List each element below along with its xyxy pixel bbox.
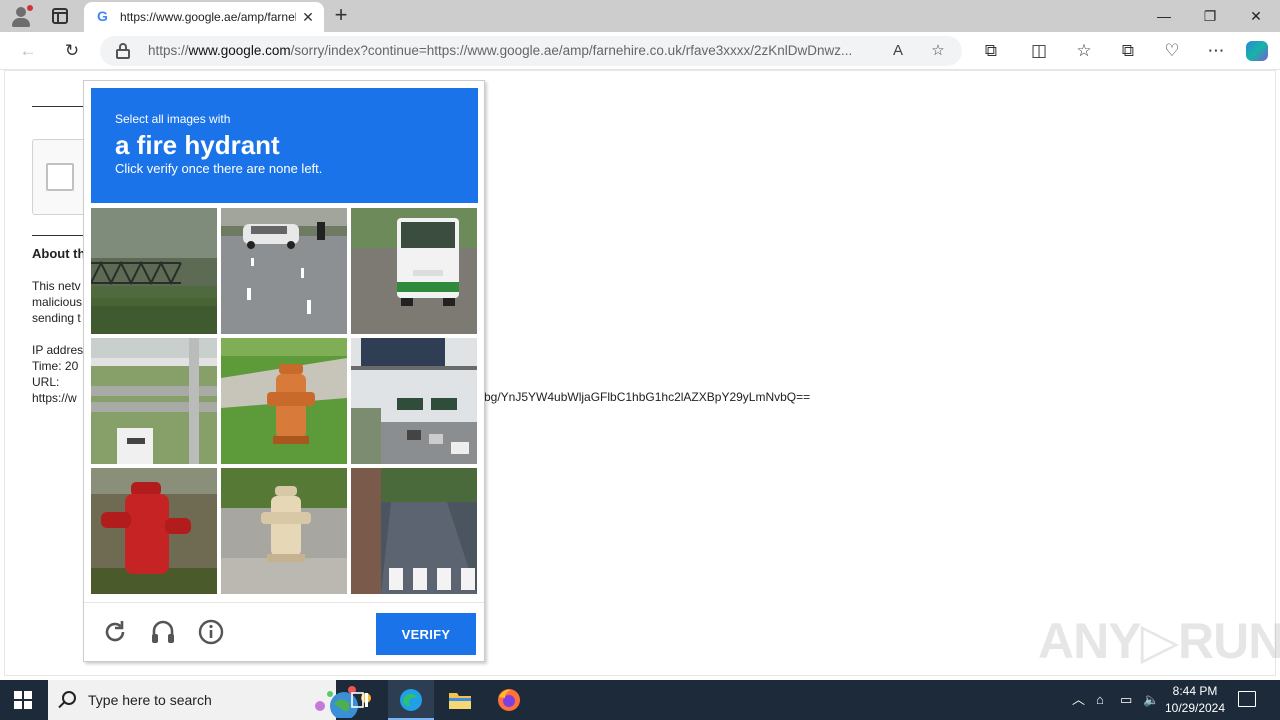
copilot-icon[interactable] bbox=[1246, 41, 1268, 61]
info-line: https://w bbox=[32, 391, 77, 405]
captcha-tile-highway-traffic[interactable] bbox=[351, 338, 477, 464]
captcha-tile-guardrail[interactable] bbox=[91, 338, 217, 464]
captcha-tile-road-car[interactable] bbox=[221, 208, 347, 334]
restore-button[interactable]: ❐ bbox=[1200, 6, 1220, 26]
para-line: sending t bbox=[32, 311, 81, 325]
new-tab-button[interactable]: + bbox=[330, 4, 352, 26]
task-view-icon[interactable] bbox=[346, 687, 374, 713]
info-line: URL: bbox=[32, 375, 60, 389]
volume-icon[interactable]: 🔈 bbox=[1143, 692, 1159, 708]
headphones-icon[interactable] bbox=[150, 619, 176, 645]
split-screen-icon[interactable]: ◫ bbox=[1028, 41, 1050, 61]
network-icon[interactable]: ▭ bbox=[1120, 692, 1132, 708]
back-arrow-icon[interactable]: ← bbox=[17, 41, 39, 61]
captcha-footer: VERIFY bbox=[84, 602, 484, 662]
taskbar: Type here to search ︿ ⌂ ▭ 🔈 8:44 PM 10/2… bbox=[0, 680, 1280, 720]
captcha-target: a fire hydrant bbox=[115, 130, 280, 160]
recaptcha-checkbox[interactable] bbox=[46, 163, 74, 191]
reload-icon[interactable] bbox=[102, 619, 128, 645]
read-aloud-icon[interactable]: A bbox=[888, 41, 908, 61]
captcha-hint: Click verify once there are none left. bbox=[115, 161, 323, 176]
captcha-tile-hydrant-orange[interactable] bbox=[221, 338, 347, 464]
tab-actions-icon[interactable] bbox=[52, 8, 68, 24]
captcha-tile-bridge[interactable] bbox=[91, 208, 217, 334]
lock-icon[interactable] bbox=[116, 43, 130, 59]
para-line: malicious bbox=[32, 295, 83, 309]
browser-toolbar: ← ↻ https://www.google.com/sorry/index?c… bbox=[0, 32, 1280, 70]
clock-date: 10/29/2024 bbox=[1164, 701, 1226, 715]
tab-strip: G https://www.google.ae/amp/farnehire.co… bbox=[0, 0, 1280, 32]
info-icon[interactable] bbox=[198, 619, 224, 645]
search-placeholder: Type here to search bbox=[88, 692, 212, 708]
captcha-tile-hydrant-red[interactable] bbox=[91, 468, 217, 594]
browser-tab[interactable]: G https://www.google.ae/amp/farnehire.co… bbox=[84, 2, 324, 32]
info-line: Time: 20 bbox=[32, 359, 79, 373]
tab-title: https://www.google.ae/amp/farnehire.co.u… bbox=[120, 10, 296, 24]
captcha-instruction: Select all images with bbox=[115, 112, 231, 126]
extensions-icon[interactable]: ⧉ bbox=[980, 41, 1002, 61]
verify-button[interactable]: VERIFY bbox=[376, 613, 476, 655]
url-text[interactable]: https://www.google.com/sorry/index?conti… bbox=[148, 43, 878, 60]
notification-icon[interactable] bbox=[1238, 691, 1256, 707]
taskbar-clock[interactable]: 8:44 PM 10/29/2024 bbox=[1160, 683, 1230, 717]
refresh-icon[interactable]: ↻ bbox=[61, 41, 83, 61]
tab-close-button[interactable]: ✕ bbox=[300, 9, 316, 25]
tray-device-icon[interactable]: ⌂ bbox=[1096, 692, 1104, 708]
favorite-star-icon[interactable]: ☆ bbox=[928, 41, 948, 61]
captcha-grid bbox=[91, 208, 479, 596]
info-line: IP addres bbox=[32, 343, 84, 357]
captcha-tile-bus[interactable] bbox=[351, 208, 477, 334]
divider bbox=[32, 106, 84, 107]
para-line: This netv bbox=[32, 279, 81, 293]
about-heading: About th bbox=[32, 246, 86, 261]
captcha-challenge: Select all images with a fire hydrant Cl… bbox=[83, 80, 485, 662]
google-favicon-icon: G bbox=[97, 8, 108, 24]
firefox-icon[interactable] bbox=[495, 687, 523, 713]
file-explorer-icon[interactable] bbox=[446, 687, 474, 713]
anyrun-watermark: ANY▷RUN bbox=[1038, 613, 1280, 669]
search-icon bbox=[62, 691, 76, 705]
divider bbox=[32, 235, 84, 236]
minimize-button[interactable]: — bbox=[1154, 6, 1174, 26]
more-menu-icon[interactable]: ⋯ bbox=[1205, 41, 1227, 61]
profile-icon[interactable] bbox=[10, 5, 33, 27]
taskbar-search[interactable]: Type here to search bbox=[48, 680, 371, 720]
clock-time: 8:44 PM bbox=[1172, 684, 1218, 698]
address-bar[interactable]: https://www.google.com/sorry/index?conti… bbox=[100, 36, 962, 66]
windows-start-icon[interactable] bbox=[14, 691, 32, 709]
favorites-icon[interactable]: ☆ bbox=[1073, 41, 1095, 61]
captcha-tile-hydrant-beige[interactable] bbox=[221, 468, 347, 594]
close-window-button[interactable]: ✕ bbox=[1246, 6, 1266, 26]
captcha-header: Select all images with a fire hydrant Cl… bbox=[91, 88, 478, 203]
url-tail-text: bg/YnJ5YW4ubWljaGFlbC1hbG1hc2lAZXBpY29yL… bbox=[484, 390, 811, 404]
collections-icon[interactable]: ⧉ bbox=[1117, 41, 1139, 61]
browser-essentials-icon[interactable]: ♡ bbox=[1161, 41, 1183, 61]
edge-icon[interactable] bbox=[397, 687, 425, 713]
captcha-tile-crosswalk[interactable] bbox=[351, 468, 477, 594]
tray-chevron-icon[interactable]: ︿ bbox=[1072, 692, 1085, 708]
